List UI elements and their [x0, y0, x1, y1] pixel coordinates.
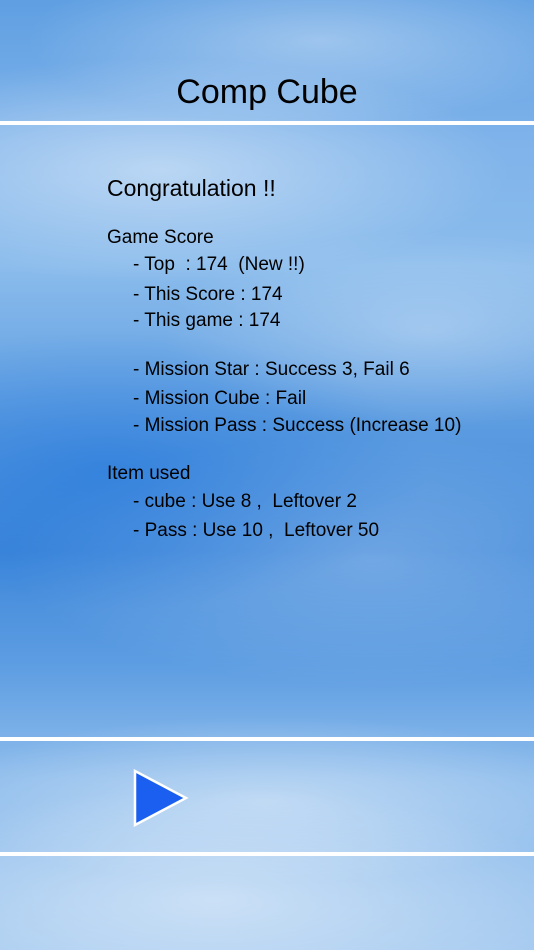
- mission-cube-line: - Mission Cube : Fail: [133, 388, 307, 409]
- mission-pass-line: - Mission Pass : Success (Increase 10): [133, 415, 462, 436]
- this-game-line: - This game : 174: [133, 310, 281, 331]
- page-title: Comp Cube: [176, 73, 358, 111]
- game-score-heading: Game Score: [107, 227, 214, 248]
- item-used-heading: Item used: [107, 463, 191, 484]
- cube-item-line: - cube : Use 8 , Leftover 2: [133, 491, 357, 512]
- pass-item-line: - Pass : Use 10 , Leftover 50: [133, 520, 380, 541]
- this-score-line: - This Score : 174: [133, 284, 283, 305]
- footer-top-divider: [0, 737, 534, 741]
- play-triangle-icon: [133, 769, 189, 827]
- congratulation-text: Congratulation !!: [107, 175, 276, 201]
- play-button[interactable]: [133, 769, 189, 827]
- mission-star-line: - Mission Star : Success 3, Fail 6: [133, 359, 410, 380]
- header-divider: [0, 121, 534, 125]
- top-score-line: - Top : 174 (New !!): [133, 254, 305, 275]
- footer-bottom-divider: [0, 852, 534, 856]
